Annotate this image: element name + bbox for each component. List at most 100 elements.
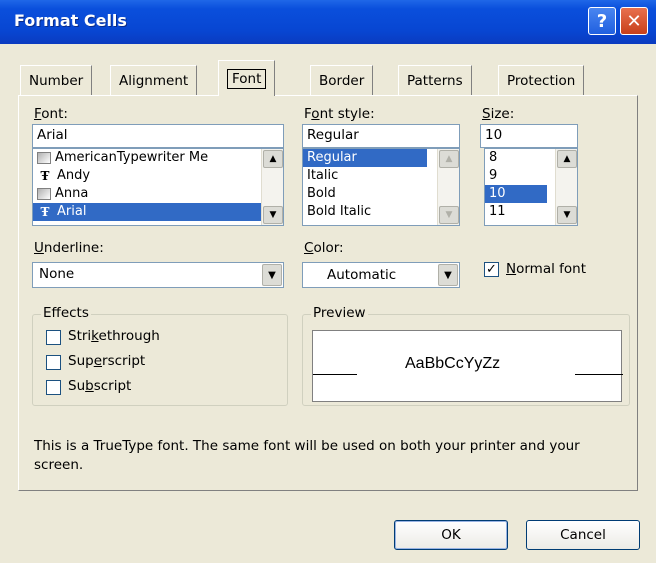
tab-font-label: Font [227,68,267,89]
subscript-label[interactable]: Subscript [68,378,131,394]
strikethrough-label[interactable]: Strikethrough [68,328,160,344]
font-listbox[interactable]: AmericanTypewriter Me Ŧ Andy Anna Ŧ Arial … [32,148,284,226]
arrow-up-icon: ▲ [269,154,277,164]
tab-number[interactable]: Number [20,65,93,95]
cancel-button[interactable]: Cancel [526,520,640,550]
subscript-checkbox[interactable] [46,380,61,395]
font-label: Font: [34,106,68,122]
normal-font-label-mnemonic: N [506,261,517,277]
size-scroll-up-button[interactable]: ▲ [557,150,577,168]
font-scroll-up-button[interactable]: ▲ [263,150,283,168]
arrow-up-icon: ▲ [445,154,453,164]
size-input[interactable]: 10 [480,124,578,148]
tab-patterns[interactable]: Patterns [398,65,472,95]
preview-baseline-right [575,374,623,375]
font-list-item-anna[interactable]: Anna [33,185,283,203]
chevron-down-icon: ▼ [268,269,276,281]
font-style-label-mnemonic: o [311,106,320,122]
font-list-item-label: AmericanTypewriter Me [55,150,209,165]
underline-label-rest: nderline: [43,240,104,256]
font-label-rest: ont: [41,106,68,122]
color-select[interactable]: Automatic ▼ [302,262,460,288]
tab-patterns-label: Patterns [407,72,463,89]
superscript-checkbox[interactable] [46,355,61,370]
font-input[interactable]: Arial [32,124,284,148]
font-list-item-label: Andy [57,168,91,183]
normal-font-label-rest: ormal font [516,261,587,277]
tab-protection-label: Protection [507,72,576,89]
format-cells-dialog: Format Cells ? ✕ Number Alignment Font B… [0,0,656,563]
underline-value: None [39,266,75,282]
help-icon: ? [596,10,608,32]
strikethrough-checkbox[interactable] [46,330,61,345]
preview-title: Preview [311,305,368,321]
tab-alignment[interactable]: Alignment [110,65,198,95]
subscript-pre: Su [68,378,86,394]
font-style-scroll-down-button[interactable]: ▼ [439,206,459,224]
tab-border-label: Border [319,72,365,89]
size-label: Size: [482,106,514,122]
superscript-label[interactable]: Superscript [68,353,145,369]
preview-baseline-left [313,374,357,375]
arrow-down-icon: ▼ [563,210,571,220]
size-listbox[interactable]: 8 9 10 11 ▲ ▼ [484,148,578,226]
tab-alignment-label: Alignment [119,72,189,89]
font-style-scrollbar[interactable]: ▲ ▼ [437,149,459,225]
font-list-item-label: Anna [55,186,89,201]
strikethrough-mnemonic: k [91,328,99,344]
font-list-scrollbar[interactable]: ▲ ▼ [261,149,283,225]
close-button[interactable]: ✕ [620,7,648,35]
strikethrough-rest: ethrough [98,328,160,344]
font-scroll-down-button[interactable]: ▼ [263,206,283,224]
truetype-icon: Ŧ [40,205,50,219]
font-style-listbox[interactable]: Regular Italic Bold Bold Italic ▲ ▼ [302,148,460,226]
preview-sample-text: AaBbCcYyZz [405,355,501,372]
font-description: This is a TrueType font. The same font w… [34,438,580,473]
font-list-item-label: Arial [57,204,87,219]
superscript-rest: rscript [102,353,146,369]
effects-title: Effects [41,305,91,321]
printer-font-icon [37,188,51,200]
font-style-scroll-up-button[interactable]: ▲ [439,150,459,168]
font-style-item-regular[interactable]: Regular [303,149,427,167]
font-style-item-bold-italic[interactable]: Bold Italic [303,203,459,221]
tab-protection[interactable]: Protection [498,65,585,95]
superscript-pre: Sup [68,353,94,369]
size-scrollbar[interactable]: ▲ ▼ [555,149,577,225]
strikethrough-pre: Stri [68,328,92,344]
printer-font-icon [37,152,51,164]
normal-font-checkbox[interactable]: ✓ [484,262,499,277]
normal-font-label[interactable]: Normal font [506,261,586,277]
font-style-item-bold[interactable]: Bold [303,185,459,203]
color-value: Automatic [327,267,397,283]
font-list-item-americantypewriter[interactable]: AmericanTypewriter Me [33,149,283,167]
ok-button[interactable]: OK [394,520,508,550]
subscript-mnemonic: b [85,378,94,394]
superscript-mnemonic: e [93,353,103,369]
font-list-item-andy[interactable]: Ŧ Andy [33,167,283,185]
checkmark-icon: ✓ [486,262,497,277]
title-bar[interactable]: Format Cells ? ✕ [0,0,656,44]
font-style-input[interactable]: Regular [302,124,460,148]
color-dropdown-button[interactable]: ▼ [438,264,458,286]
underline-dropdown-button[interactable]: ▼ [262,264,282,286]
tab-border[interactable]: Border [310,65,374,95]
preview-area: AaBbCcYyZz [312,330,623,402]
chevron-down-icon: ▼ [444,269,452,281]
font-style-label-rest: nt style: [319,106,375,122]
dialog-title: Format Cells [14,11,127,30]
tab-font[interactable]: Font [218,60,276,96]
underline-select[interactable]: None ▼ [32,262,284,288]
size-item-10[interactable]: 10 [485,185,547,203]
size-scroll-down-button[interactable]: ▼ [557,206,577,224]
font-list-item-arial[interactable]: Ŧ Arial [33,203,283,221]
close-icon: ✕ [626,10,642,32]
arrow-down-icon: ▼ [269,210,277,220]
font-style-item-italic[interactable]: Italic [303,167,459,185]
arrow-up-icon: ▲ [563,154,571,164]
font-style-label: Font style: [304,106,375,122]
help-button[interactable]: ? [588,7,616,35]
size-label-mnemonic: S [482,106,491,122]
color-label-rest: olor: [313,240,344,256]
underline-label: Underline: [34,240,104,256]
